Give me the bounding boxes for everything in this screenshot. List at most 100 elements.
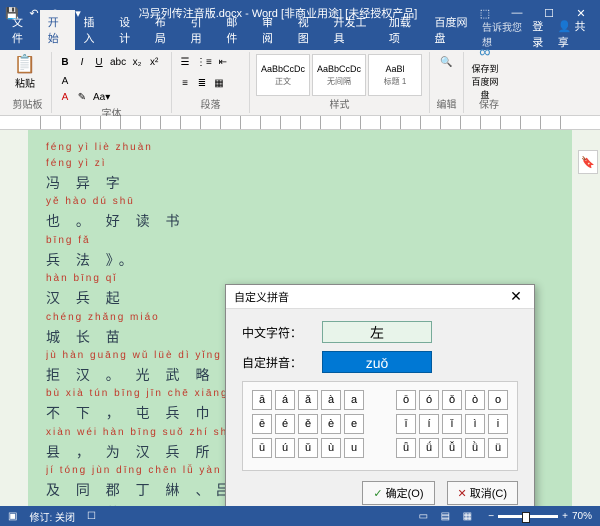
zoom-in-icon[interactable]: + — [562, 511, 568, 522]
tell-me[interactable]: 告诉我您想 — [482, 19, 526, 49]
key-ú[interactable]: ú — [275, 438, 295, 458]
key-ǒ[interactable]: ǒ — [442, 390, 462, 410]
web-layout-icon[interactable]: ▦ — [458, 509, 476, 523]
key-o[interactable]: o — [488, 390, 508, 410]
pinyin-line: féng yì zì — [46, 156, 554, 172]
highlight-icon[interactable]: ✎ — [75, 89, 89, 105]
tab-插入[interactable]: 插入 — [75, 10, 111, 50]
key-ǜ[interactable]: ǜ — [465, 438, 485, 458]
key-ō[interactable]: ō — [396, 390, 416, 410]
tab-文件[interactable]: 文件 — [4, 10, 40, 50]
hanzi-line: 冯 异 字 — [46, 172, 554, 194]
tab-加载项[interactable]: 加载项 — [381, 10, 427, 50]
indent-icon[interactable]: ⇤ — [216, 54, 230, 70]
key-ǎ[interactable]: ǎ — [298, 390, 318, 410]
char-label: 中文字符： — [242, 324, 312, 341]
bookmark-icon[interactable]: 🔖 — [578, 150, 598, 174]
pinyin-line: yě hào dú shū — [46, 194, 554, 210]
group-styles: 样式 — [256, 96, 423, 111]
border-icon[interactable]: ▦ — [212, 75, 226, 91]
track-changes-status[interactable]: 修订: 关闭 — [29, 509, 75, 524]
group-edit: 编辑 — [436, 96, 457, 111]
login-button[interactable]: 登录 — [532, 18, 551, 50]
print-layout-icon[interactable]: ▤ — [436, 509, 454, 523]
font-btn-A[interactable]: A — [58, 73, 72, 89]
key-i[interactable]: i — [488, 414, 508, 434]
style-标题 1[interactable]: AaBl标题 1 — [368, 54, 422, 96]
key-ā[interactable]: ā — [252, 390, 272, 410]
key-è[interactable]: è — [321, 414, 341, 434]
key-é[interactable]: é — [275, 414, 295, 434]
hanzi-line: 兵 法 》。 — [46, 249, 554, 271]
tab-视图[interactable]: 视图 — [290, 10, 326, 50]
font-btn-B[interactable]: B — [58, 54, 72, 70]
ok-button[interactable]: 确定(O) — [362, 481, 434, 505]
style-无间隔[interactable]: AaBbCcDc无间隔 — [312, 54, 366, 96]
pinyin-line: bīng fǎ — [46, 233, 554, 249]
key-ū[interactable]: ū — [252, 438, 272, 458]
key-ì[interactable]: ì — [465, 414, 485, 434]
cancel-button[interactable]: 取消(C) — [447, 481, 519, 505]
page-indicator-icon[interactable]: ▣ — [8, 511, 17, 522]
style-正文[interactable]: AaBbCcDc正文 — [256, 54, 310, 96]
save-baidu-button[interactable]: ∞ 保存到百度网盘 — [470, 54, 500, 90]
key-ò[interactable]: ò — [465, 390, 485, 410]
key-ǔ[interactable]: ǔ — [298, 438, 318, 458]
dialog-close-icon[interactable]: ✕ — [506, 288, 526, 305]
font-btn-x²[interactable]: x² — [147, 54, 161, 70]
tab-设计[interactable]: 设计 — [111, 10, 147, 50]
ruler[interactable] — [0, 116, 600, 130]
zoom-level[interactable]: 70% — [572, 511, 592, 522]
custom-pinyin-dialog: 自定义拼音 ✕ 中文字符： 左 自定拼音： zuǒ āáǎàa ōóǒòo ēéěè… — [225, 284, 535, 506]
align-center-icon[interactable]: ≣ — [195, 75, 209, 91]
group-save: 保存 — [470, 96, 508, 111]
pinyin-label: 自定拼音： — [242, 354, 312, 371]
find-icon[interactable]: 🔍 — [439, 54, 453, 70]
key-ü[interactable]: ü — [488, 438, 508, 458]
key-á[interactable]: á — [275, 390, 295, 410]
read-mode-icon[interactable]: ▭ — [414, 509, 432, 523]
pinyin-input[interactable]: zuǒ — [322, 351, 432, 373]
tab-百度网盘[interactable]: 百度网盘 — [426, 10, 481, 50]
char-value: 左 — [322, 321, 432, 343]
tab-布局[interactable]: 布局 — [147, 10, 183, 50]
share-button[interactable]: 👤 共享 — [558, 18, 592, 50]
key-à[interactable]: à — [321, 390, 341, 410]
font-btn-x₂[interactable]: x₂ — [130, 54, 144, 70]
font-btn-abc[interactable]: abc — [109, 54, 127, 70]
font-btn-U[interactable]: U — [92, 54, 106, 70]
key-ǘ[interactable]: ǘ — [419, 438, 439, 458]
bullets-icon[interactable]: ☰ — [178, 54, 192, 70]
language-icon[interactable]: ☐ — [87, 511, 96, 522]
key-ǚ[interactable]: ǚ — [442, 438, 462, 458]
key-ě[interactable]: ě — [298, 414, 318, 434]
tab-引用[interactable]: 引用 — [183, 10, 219, 50]
key-ǐ[interactable]: ǐ — [442, 414, 462, 434]
align-left-icon[interactable]: ≡ — [178, 75, 192, 91]
key-u[interactable]: u — [344, 438, 364, 458]
tab-开发工具[interactable]: 开发工具 — [325, 10, 380, 50]
zoom-out-icon[interactable]: − — [488, 511, 494, 522]
key-a[interactable]: a — [344, 390, 364, 410]
tab-邮件[interactable]: 邮件 — [218, 10, 254, 50]
key-ó[interactable]: ó — [419, 390, 439, 410]
font-btn-I[interactable]: I — [75, 54, 89, 70]
key-ī[interactable]: ī — [396, 414, 416, 434]
pinyin-line: féng yì liè zhuàn — [46, 140, 554, 156]
numbering-icon[interactable]: ⋮≡ — [195, 54, 213, 70]
zoom-slider[interactable] — [498, 515, 558, 518]
key-ǖ[interactable]: ǖ — [396, 438, 416, 458]
group-paragraph: 段落 — [178, 96, 243, 111]
group-clipboard: 剪贴板 — [10, 96, 45, 111]
key-í[interactable]: í — [419, 414, 439, 434]
tab-审阅[interactable]: 审阅 — [254, 10, 290, 50]
paste-button[interactable]: 📋 粘贴 — [10, 54, 40, 90]
tab-开始[interactable]: 开始 — [40, 10, 76, 50]
dialog-title: 自定义拼音 — [234, 289, 289, 305]
key-ē[interactable]: ē — [252, 414, 272, 434]
hanzi-line: 也 。 好 读 书 — [46, 210, 554, 232]
font-more-icon[interactable]: Aa▾ — [92, 89, 111, 105]
key-ù[interactable]: ù — [321, 438, 341, 458]
key-e[interactable]: e — [344, 414, 364, 434]
font-color-icon[interactable]: A — [58, 89, 72, 105]
